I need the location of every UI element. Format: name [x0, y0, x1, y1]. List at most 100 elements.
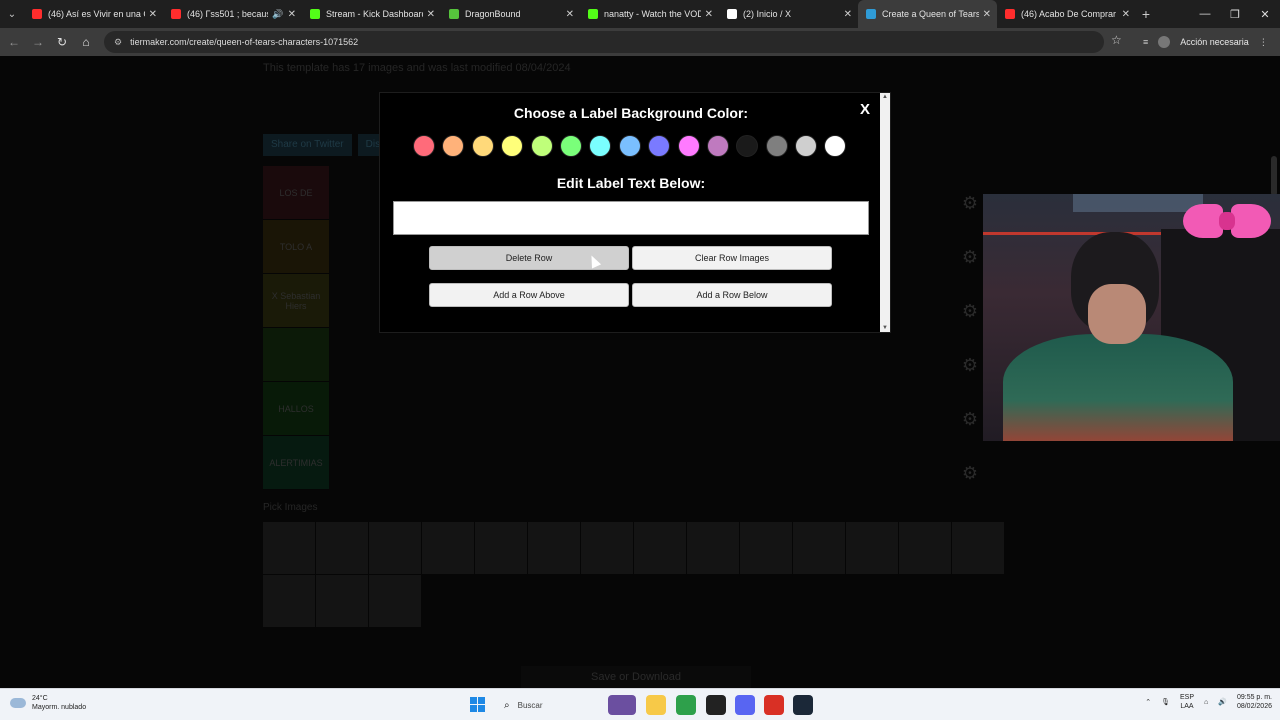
character-thumbnail[interactable] [846, 522, 898, 574]
character-thumbnail[interactable] [952, 522, 1004, 574]
modal-scrollbar[interactable]: ▲ ▼ [880, 93, 890, 332]
gear-icon[interactable]: ⚙ [955, 284, 985, 338]
reload-icon[interactable]: ↻ [50, 28, 74, 56]
browser-tab[interactable]: Stream - Kick Dashboard ✕ [302, 0, 441, 28]
chrome-alt-icon[interactable] [764, 695, 784, 715]
tier-label[interactable]: TOLO A [263, 220, 329, 274]
gear-icon[interactable]: ⚙ [955, 230, 985, 284]
character-thumbnail[interactable] [316, 522, 368, 574]
color-swatch[interactable] [648, 135, 671, 157]
game-icon[interactable] [608, 695, 636, 715]
color-swatch[interactable] [413, 135, 435, 157]
character-thumbnail[interactable] [369, 522, 421, 574]
clear-row-images-button[interactable]: Clear Row Images [632, 246, 832, 270]
color-swatch[interactable] [765, 135, 788, 157]
color-swatch[interactable] [559, 135, 582, 157]
microphone-icon[interactable]: 🎙 [1161, 698, 1170, 706]
browser-tab[interactable]: (46) Así es Vivir en una Ca ✕ [24, 0, 163, 28]
color-swatch[interactable] [618, 135, 641, 157]
character-thumbnail[interactable] [687, 522, 739, 574]
tab-close-icon[interactable]: ✕ [288, 9, 296, 20]
character-thumbnail[interactable] [528, 522, 580, 574]
volume-icon[interactable]: 🔊 [1218, 698, 1227, 706]
browser-tab[interactable]: (46) Гss501 ; because 🔊 ✕ [163, 0, 302, 28]
tab-search-icon[interactable]: ⌄ [0, 0, 24, 28]
tier-label[interactable]: LOS DE [263, 166, 329, 220]
tab-close-icon[interactable]: ✕ [705, 9, 713, 20]
tab-close-icon[interactable]: ✕ [983, 9, 991, 20]
url-field[interactable]: ⚙ tiermaker.com/create/queen-of-tears-ch… [104, 31, 1104, 53]
xbox-icon[interactable] [706, 695, 726, 715]
weather-widget[interactable]: 24°C Mayorm. nublado [10, 694, 86, 712]
character-thumbnail[interactable] [422, 522, 474, 574]
character-thumbnail[interactable] [793, 522, 845, 574]
gear-icon[interactable]: ⚙ [955, 338, 985, 392]
color-swatch[interactable] [501, 135, 524, 157]
character-thumbnail[interactable] [740, 522, 792, 574]
character-thumbnail[interactable] [899, 522, 951, 574]
minimize-icon[interactable]: — [1190, 0, 1220, 28]
windows-start-icon[interactable] [470, 697, 485, 712]
browser-tab[interactable]: Create a Queen of Tears ✕ [858, 0, 997, 28]
taskbar-search[interactable]: ⌕ Buscar [496, 694, 596, 716]
tray-chevron-icon[interactable]: ⌃ [1145, 698, 1151, 706]
character-thumbnail[interactable] [634, 522, 686, 574]
new-tab-button[interactable]: + [1136, 6, 1156, 22]
media-control-icon[interactable]: ≡ [1143, 37, 1148, 47]
browser-tab[interactable]: (2) Inicio / X ✕ [719, 0, 858, 28]
tier-label[interactable]: HALLOS [263, 382, 329, 436]
add-row-below-button[interactable]: Add a Row Below [632, 283, 832, 307]
clock[interactable]: 09:55 p. m. 08/02/2026 [1237, 693, 1272, 711]
color-swatch[interactable] [706, 135, 729, 157]
close-window-icon[interactable]: ✕ [1250, 0, 1280, 28]
character-thumbnail[interactable] [263, 575, 315, 627]
color-swatch[interactable] [530, 135, 553, 157]
browser-tab[interactable]: DragonBound ✕ [441, 0, 580, 28]
tab-close-icon[interactable]: ✕ [566, 9, 574, 20]
character-thumbnail[interactable] [369, 575, 421, 627]
tab-close-icon[interactable]: ✕ [427, 9, 435, 20]
tab-close-icon[interactable]: ✕ [844, 9, 852, 20]
color-swatch[interactable] [589, 135, 612, 157]
steam-icon[interactable] [793, 695, 813, 715]
character-thumbnail[interactable] [316, 575, 368, 627]
character-thumbnail[interactable] [263, 522, 315, 574]
speaker-icon[interactable]: 🔊 [272, 9, 283, 20]
character-thumbnail[interactable] [475, 522, 527, 574]
scroll-up-icon[interactable]: ▲ [882, 94, 888, 100]
profile-avatar[interactable] [1158, 36, 1171, 48]
browser-menu-icon[interactable]: ⋮ [1259, 37, 1268, 48]
share-twitter-button[interactable]: Share on Twitter [263, 134, 352, 156]
scroll-down-icon[interactable]: ▼ [882, 325, 888, 331]
maximize-icon[interactable]: ❐ [1220, 0, 1250, 28]
color-swatch[interactable] [795, 135, 818, 157]
character-thumbnail[interactable] [581, 522, 633, 574]
folder-icon[interactable] [646, 695, 666, 715]
chrome-icon[interactable] [676, 695, 696, 715]
forward-icon[interactable]: → [26, 28, 50, 56]
network-icon[interactable]: ⌂ [1204, 699, 1208, 706]
gear-icon[interactable]: ⚙ [955, 176, 985, 230]
color-swatch[interactable] [677, 135, 700, 157]
tier-label[interactable]: X Sebastian Hiers [263, 274, 329, 328]
gear-icon[interactable]: ⚙ [955, 392, 985, 446]
tier-label[interactable]: ALERTIMIAS [263, 436, 329, 490]
add-row-above-button[interactable]: Add a Row Above [429, 283, 629, 307]
label-text-input[interactable] [393, 201, 869, 235]
site-info-icon[interactable]: ⚙ [114, 37, 122, 48]
browser-tab[interactable]: nanatty - Watch the VOD ✕ [580, 0, 719, 28]
color-swatch[interactable] [442, 135, 465, 157]
save-download-button[interactable]: Save or Download [521, 666, 751, 688]
color-swatch[interactable] [736, 135, 759, 157]
color-swatch[interactable] [471, 135, 494, 157]
color-swatch[interactable] [824, 135, 847, 157]
page-scrollbar[interactable] [1271, 156, 1277, 196]
home-icon[interactable]: ⌂ [74, 28, 98, 56]
delete-row-button[interactable]: Delete Row [429, 246, 629, 270]
back-icon[interactable]: ← [2, 28, 26, 56]
tab-close-icon[interactable]: ✕ [1122, 9, 1130, 20]
tab-close-icon[interactable]: ✕ [149, 9, 157, 20]
gear-icon[interactable]: ⚙ [955, 446, 985, 500]
profile-action-button[interactable]: Acción necesaria [1180, 37, 1249, 47]
language-indicator[interactable]: ESP LAA [1180, 693, 1194, 711]
